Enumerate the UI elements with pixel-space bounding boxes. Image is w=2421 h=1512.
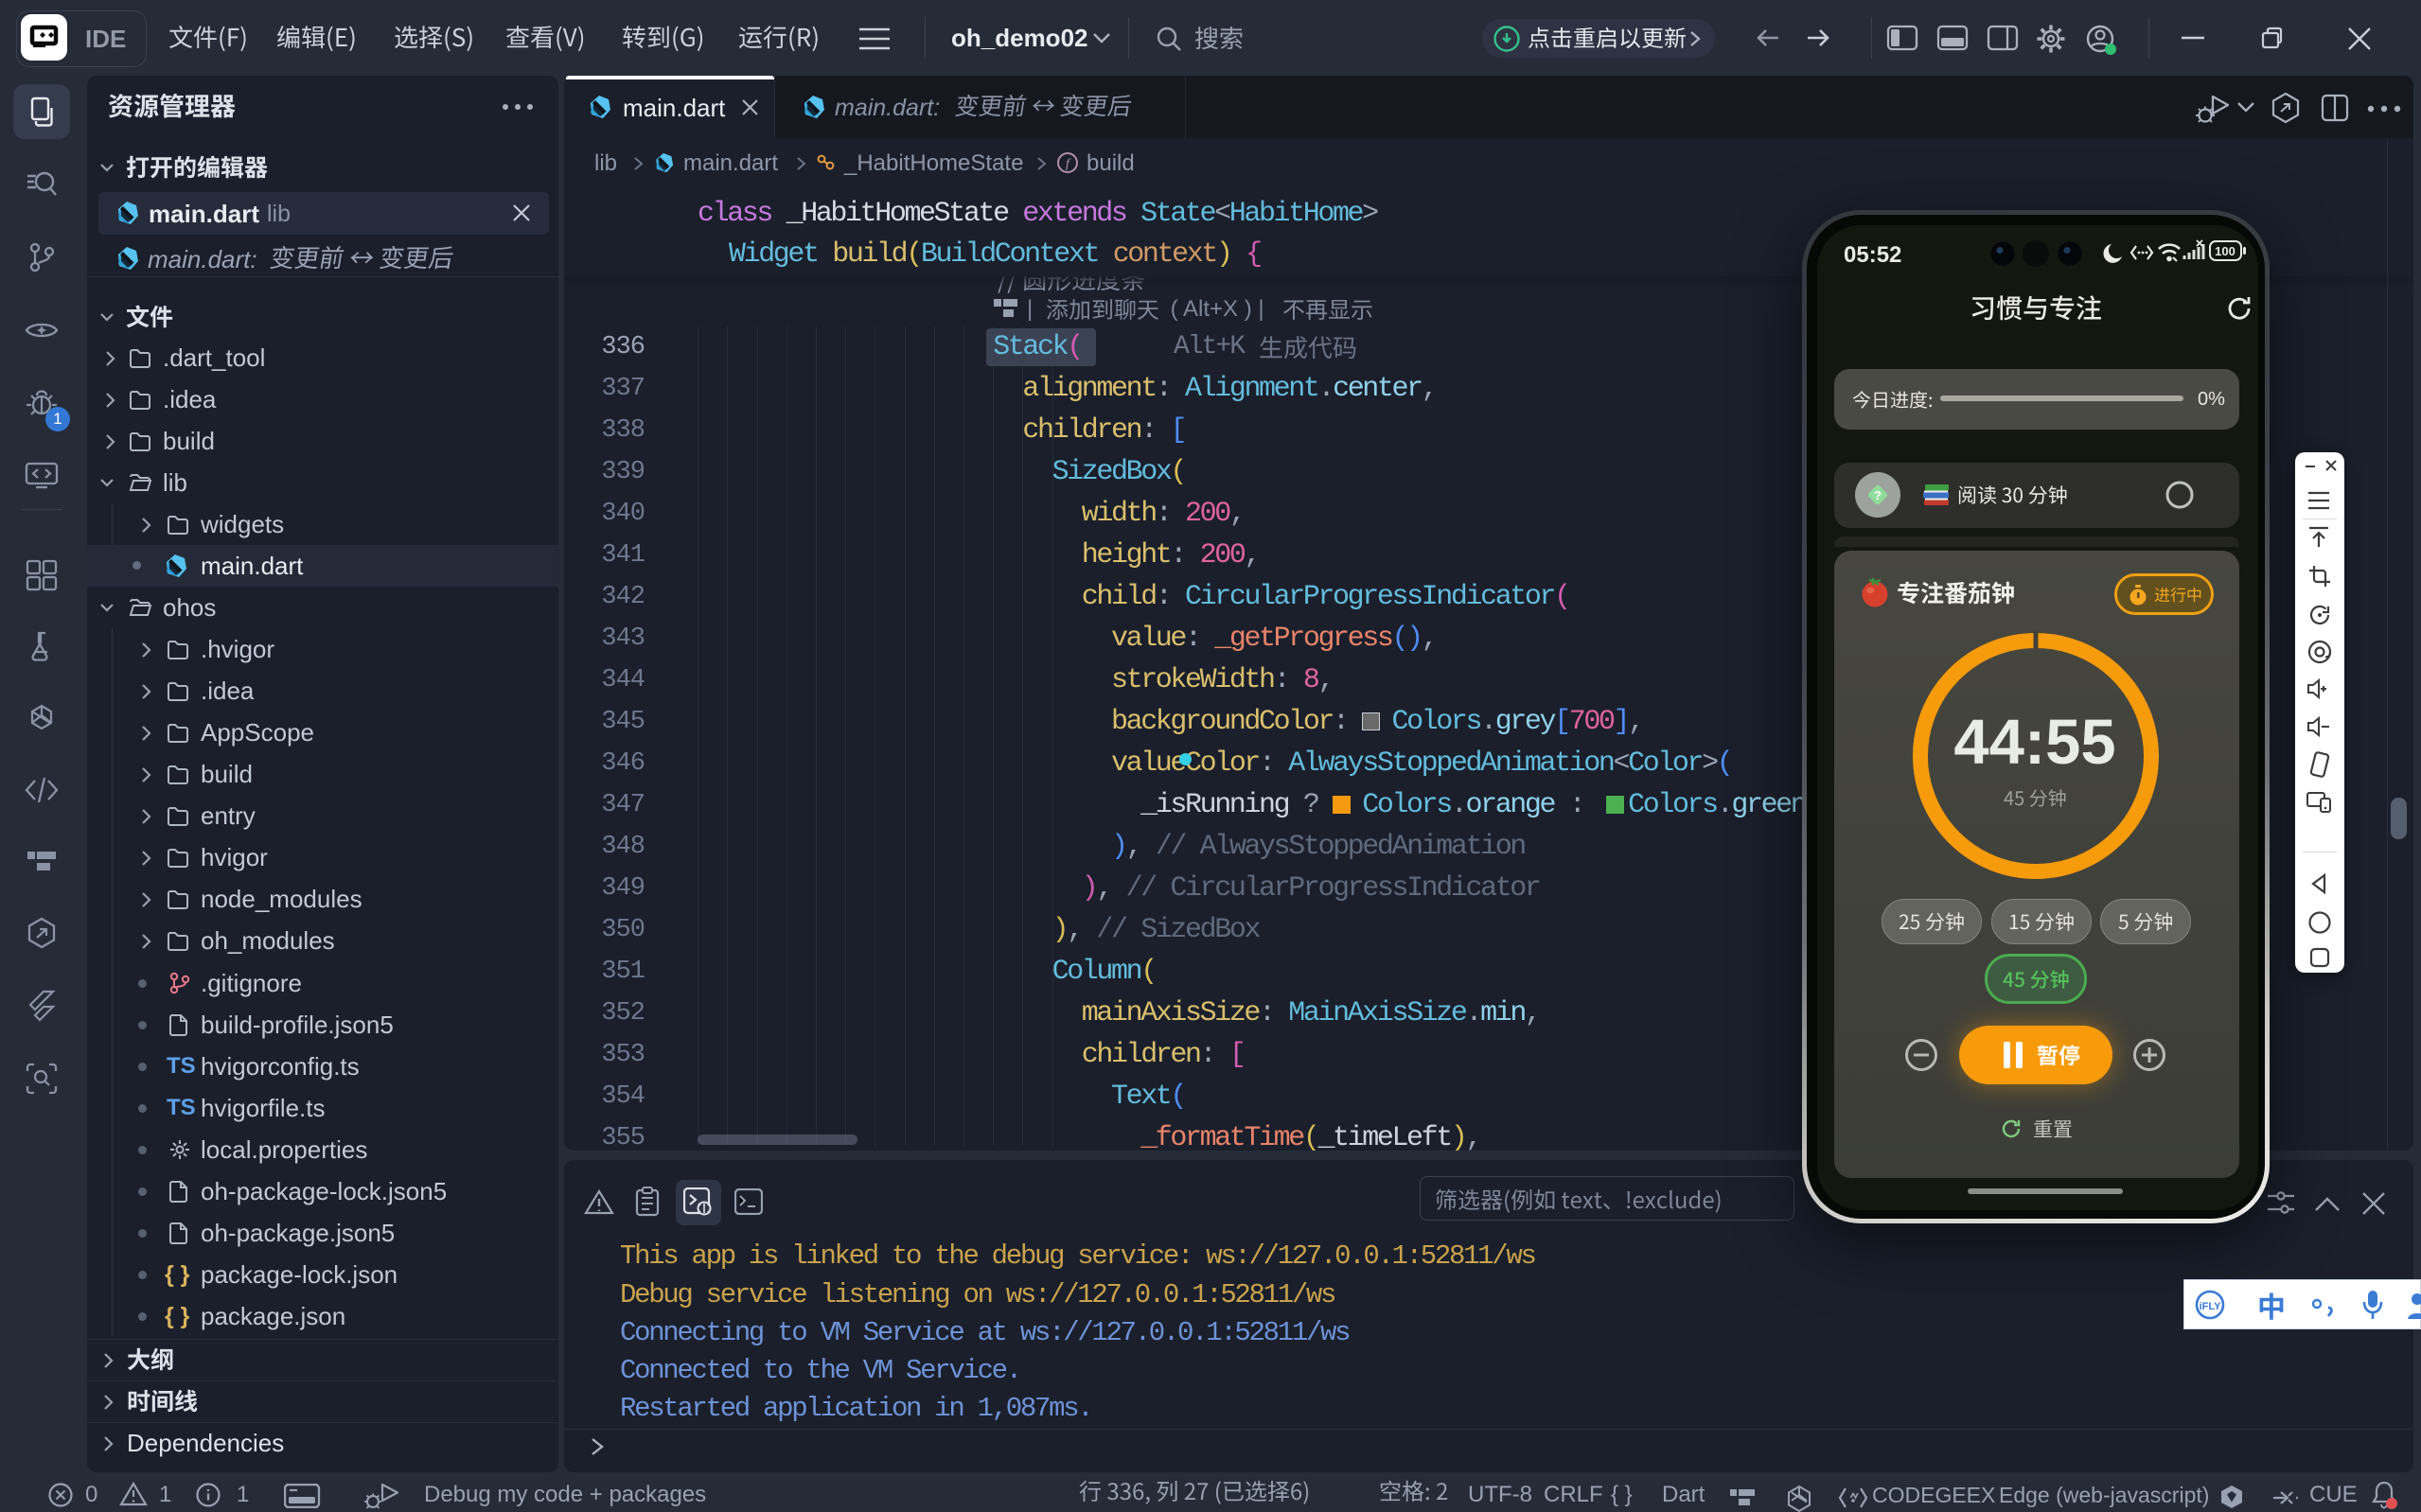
svg-text:iFLY: iFLY: [2200, 1301, 2221, 1312]
svg-text:100: 100: [2215, 244, 2235, 258]
svg-text:?: ?: [1874, 488, 1882, 502]
svg-text:f: f: [1066, 157, 1071, 171]
